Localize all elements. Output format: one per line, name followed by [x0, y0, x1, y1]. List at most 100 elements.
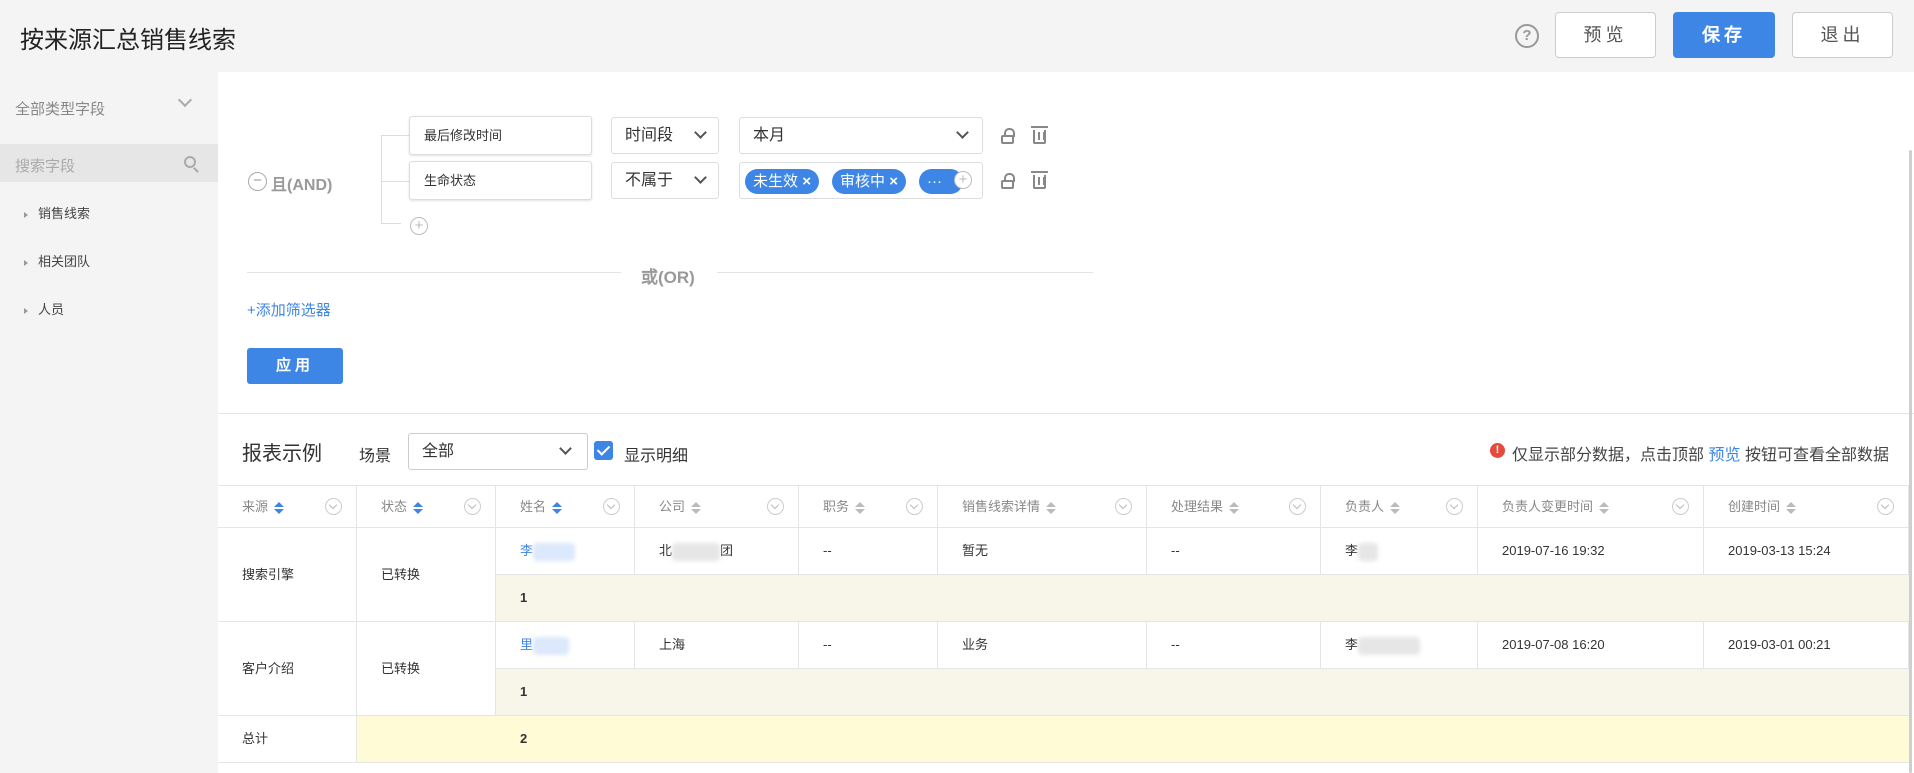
top-bar: 按来源汇总销售线索 ? 预览 保存 退出	[0, 0, 1914, 72]
detail-cell: 暂无	[938, 528, 1147, 575]
column-label: 销售线索详情	[962, 499, 1041, 514]
sort-icon[interactable]	[1390, 501, 1401, 514]
created-cell: 2019-03-13 15:24	[1704, 528, 1909, 575]
lock-icon[interactable]	[1001, 128, 1015, 144]
filter-field[interactable]: 最后修改时间	[409, 116, 592, 155]
owner-cell: 李	[1321, 528, 1478, 575]
apply-button[interactable]: 应用	[247, 348, 343, 384]
created-cell: 2019-03-01 00:21	[1704, 622, 1909, 669]
trash-icon[interactable]	[1031, 171, 1048, 189]
chevron-down-icon	[559, 442, 572, 455]
filter-tag: 审核中 ×	[832, 169, 906, 194]
sort-icon[interactable]	[855, 501, 866, 514]
owner-changed-cell: 2019-07-08 16:20	[1478, 622, 1704, 669]
column-header-title[interactable]: 职务	[799, 485, 938, 528]
sidebar-item-leads[interactable]: 销售线索	[24, 203, 90, 222]
chevron-down-icon[interactable]	[767, 498, 784, 515]
filter-tag: 未生效 ×	[745, 169, 819, 194]
sidebar-item-people[interactable]: 人员	[24, 299, 64, 318]
chevron-down-icon[interactable]	[1877, 498, 1894, 515]
filter-operator-select[interactable]: 不属于	[611, 162, 719, 199]
tag-label: 未生效	[753, 173, 799, 190]
status-cell: 已转换	[357, 528, 496, 622]
column-header-result[interactable]: 处理结果	[1147, 485, 1321, 528]
chevron-down-icon[interactable]	[1672, 498, 1689, 515]
search-icon[interactable]	[184, 156, 196, 168]
name-link[interactable]: 里	[496, 622, 635, 669]
column-header-owner[interactable]: 负责人	[1321, 485, 1478, 528]
chevron-down-icon[interactable]	[1115, 498, 1132, 515]
sort-icon[interactable]	[552, 501, 563, 514]
column-header-name[interactable]: 姓名	[496, 485, 635, 528]
owner-cell: 李	[1321, 622, 1478, 669]
show-detail-checkbox[interactable]	[594, 441, 613, 460]
company-cell: 上海	[635, 622, 799, 669]
trash-icon[interactable]	[1031, 126, 1048, 144]
add-filter-link[interactable]: +添加筛选器	[247, 299, 331, 320]
caret-right-icon	[24, 307, 28, 314]
source-cell: 搜索引擎	[218, 528, 357, 622]
preview-button[interactable]: 预览	[1555, 12, 1656, 58]
filter-value-select[interactable]: 本月	[739, 117, 983, 154]
value-text: 本月	[753, 127, 786, 144]
chevron-down-icon[interactable]	[464, 498, 481, 515]
column-label: 公司	[659, 499, 686, 514]
close-icon[interactable]: ×	[889, 173, 898, 190]
chevron-down-icon	[694, 171, 707, 184]
exit-button[interactable]: 退出	[1792, 12, 1893, 58]
name-link[interactable]: 李	[496, 528, 635, 575]
scrollbar[interactable]	[1909, 150, 1912, 773]
operator-value: 不属于	[625, 172, 674, 189]
field-search-input[interactable]: 搜索字段	[0, 144, 218, 182]
lock-icon[interactable]	[1001, 173, 1015, 189]
search-placeholder: 搜索字段	[15, 158, 76, 175]
logic-and-label: 且(AND)	[271, 177, 333, 194]
report-editor: 按来源汇总销售线索 ? 预览 保存 退出 全部类型字段 搜索字段 销售线索 相关…	[0, 0, 1914, 773]
tree-connector	[381, 181, 409, 182]
preview-link[interactable]: 预览	[1708, 447, 1740, 464]
field-type-select[interactable]: 全部类型字段	[15, 98, 105, 119]
sidebar-item-label: 销售线索	[38, 206, 91, 221]
add-value-icon[interactable]: +	[954, 171, 972, 189]
chevron-down-icon[interactable]	[1289, 498, 1306, 515]
caret-right-icon	[24, 259, 28, 266]
column-header-company[interactable]: 公司	[635, 485, 799, 528]
add-condition-icon[interactable]: +	[410, 217, 428, 235]
collapse-group-icon[interactable]: −	[248, 172, 267, 191]
close-icon[interactable]: ×	[802, 173, 811, 190]
chevron-down-icon[interactable]	[906, 498, 923, 515]
sidebar-item-label: 相关团队	[38, 254, 91, 269]
sort-icon[interactable]	[274, 501, 285, 514]
chevron-down-icon[interactable]	[325, 498, 342, 515]
scene-select[interactable]: 全部	[408, 433, 588, 470]
column-label: 处理结果	[1171, 499, 1224, 514]
notice-text: 仅显示部分数据，点击顶部	[1512, 447, 1705, 464]
sort-icon[interactable]	[691, 501, 702, 514]
column-label: 状态	[381, 499, 408, 514]
chevron-down-icon[interactable]	[1446, 498, 1463, 515]
filter-tags-input[interactable]: 未生效 × 审核中 × ··· +	[739, 162, 983, 199]
notice-text: 按钮可查看全部数据	[1744, 447, 1889, 464]
filter-field[interactable]: 生命状态	[409, 161, 592, 200]
sidebar-item-team[interactable]: 相关团队	[24, 251, 90, 270]
caret-right-icon	[24, 211, 28, 218]
sort-icon[interactable]	[413, 501, 424, 514]
sort-icon[interactable]	[1046, 501, 1057, 514]
column-header-status[interactable]: 状态	[357, 485, 496, 528]
save-button[interactable]: 保存	[1673, 12, 1775, 58]
sort-icon[interactable]	[1229, 501, 1240, 514]
filter-operator-select[interactable]: 时间段	[611, 117, 719, 154]
report-table: 来源 状态 姓名 公司 职务 销售线索详情 处理结果 负责人 负责人变更时间 创…	[218, 485, 1914, 773]
help-icon[interactable]: ?	[1515, 24, 1539, 48]
divider	[717, 272, 1093, 273]
source-cell: 客户介绍	[218, 622, 357, 716]
sort-icon[interactable]	[1786, 501, 1797, 514]
column-header-owner-changed[interactable]: 负责人变更时间	[1478, 485, 1704, 528]
sidebar-item-label: 人员	[38, 302, 65, 317]
column-header-source[interactable]: 来源	[218, 485, 357, 528]
chevron-down-icon[interactable]	[603, 498, 620, 515]
operator-value: 时间段	[625, 127, 674, 144]
column-header-created[interactable]: 创建时间	[1704, 485, 1909, 528]
column-header-detail[interactable]: 销售线索详情	[938, 485, 1147, 528]
sort-icon[interactable]	[1599, 501, 1610, 514]
